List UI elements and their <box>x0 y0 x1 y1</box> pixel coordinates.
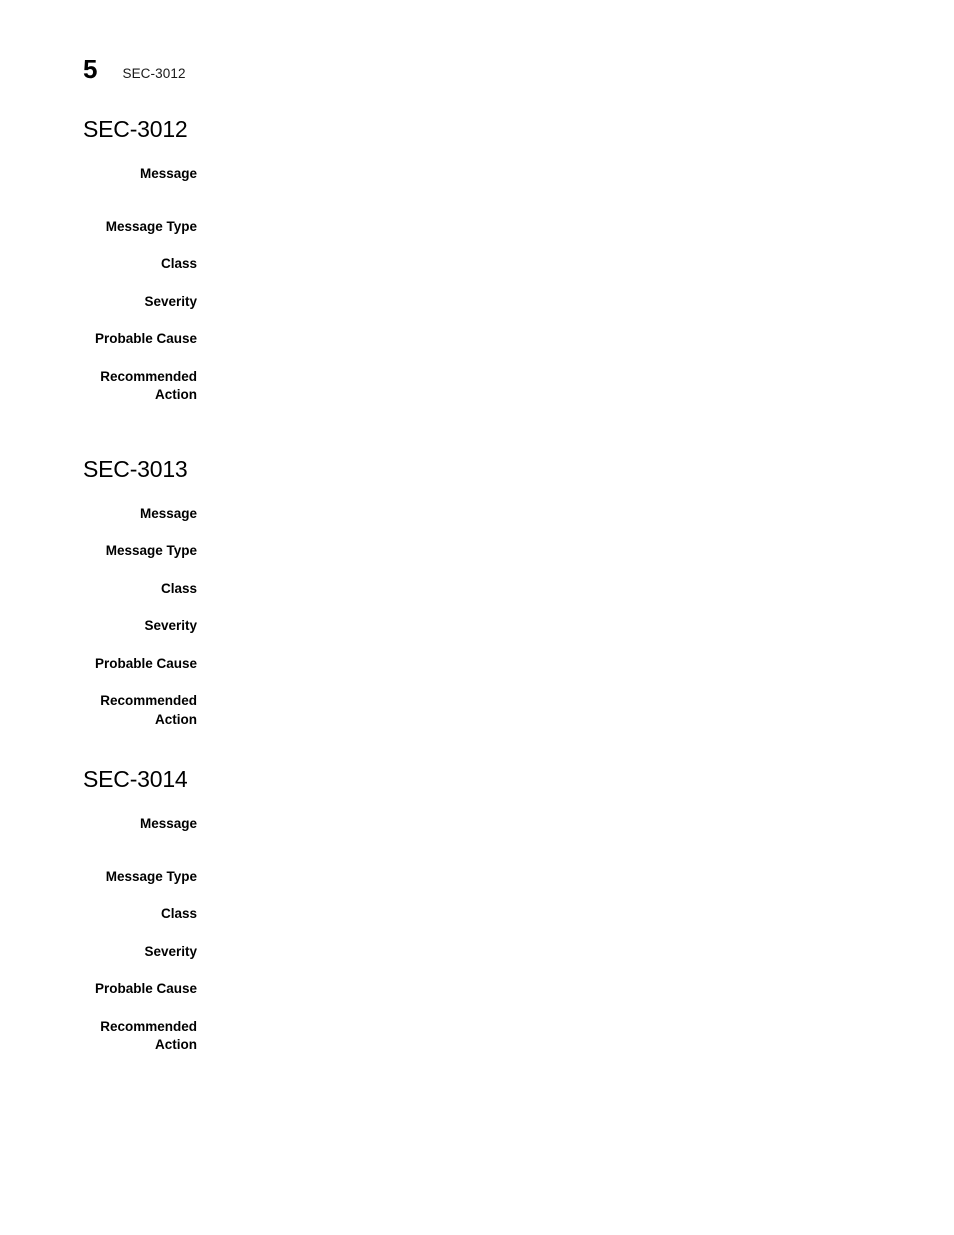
field-value-recommended-action <box>197 368 954 387</box>
section-sec-3013: SEC-3013 Message Message Type Class Seve… <box>0 455 954 730</box>
field-row-probable-cause: Probable Cause <box>0 655 954 674</box>
field-label-probable-cause: Probable Cause <box>94 655 197 671</box>
field-row-class: Class <box>0 580 954 599</box>
field-value-severity <box>197 943 954 962</box>
field-list: Message Message Type Class Severity Prob… <box>0 505 954 730</box>
field-value-class <box>197 255 954 274</box>
field-label-message: Message <box>139 816 197 831</box>
field-label-recommended-action: Recommended Action <box>100 368 197 403</box>
field-label-severity: Severity <box>144 618 197 633</box>
field-value-probable-cause <box>197 655 954 674</box>
field-label-class: Class <box>160 256 197 271</box>
field-row-severity: Severity <box>0 293 954 312</box>
section-heading: SEC-3014 <box>83 766 188 792</box>
field-row-recommended-action: Recommended Action <box>0 368 954 405</box>
field-value-class <box>197 905 954 924</box>
document-page: 5 SEC-3012 SEC-3012 Message Message Type <box>0 0 954 1235</box>
field-value-message-type <box>197 868 954 887</box>
field-row-recommended-action: Recommended Action <box>0 1018 954 1055</box>
field-label-recommended-action: Recommended Action <box>100 693 197 727</box>
field-value-message <box>197 165 954 184</box>
field-label-severity: Severity <box>144 293 197 309</box>
field-row-message-type: Message Type <box>0 218 954 237</box>
field-value-probable-cause <box>197 330 954 349</box>
field-value-message <box>197 815 954 834</box>
field-value-recommended-action <box>197 692 954 711</box>
field-label-class: Class <box>160 580 197 596</box>
field-value-severity <box>197 617 954 636</box>
field-row-message: Message <box>0 165 954 184</box>
field-value-probable-cause <box>197 980 954 999</box>
field-row-class: Class <box>0 255 954 274</box>
field-value-message-type <box>197 218 954 237</box>
field-row-message: Message <box>0 815 954 834</box>
field-row-severity: Severity <box>0 943 954 962</box>
field-list: Message Message Type Class Severity Prob… <box>0 165 954 405</box>
running-header-title: SEC-3012 <box>122 66 186 81</box>
section-sec-3012: SEC-3012 Message Message Type Class Seve… <box>0 118 954 405</box>
field-label-probable-cause: Probable Cause <box>94 981 197 996</box>
field-row-recommended-action: Recommended Action <box>0 692 954 729</box>
field-label-message: Message <box>139 166 197 181</box>
field-value-class <box>197 580 954 599</box>
field-row-probable-cause: Probable Cause <box>0 980 954 999</box>
field-row-probable-cause: Probable Cause <box>0 330 954 349</box>
field-value-recommended-action <box>197 1018 954 1037</box>
field-label-message-type: Message Type <box>105 543 197 558</box>
section-heading: SEC-3012 <box>83 116 188 142</box>
field-row-message-type: Message Type <box>0 542 954 561</box>
field-label-class: Class <box>160 906 197 921</box>
field-value-message <box>197 505 954 524</box>
page-content: SEC-3012 Message Message Type Class Seve… <box>0 118 954 1055</box>
field-label-severity: Severity <box>144 943 197 959</box>
section-heading: SEC-3013 <box>83 455 188 482</box>
field-label-message: Message <box>139 505 197 521</box>
field-list: Message Message Type Class Severity Prob… <box>0 815 954 1055</box>
running-header: 5 SEC-3012 <box>83 56 186 90</box>
field-value-message-type <box>197 542 954 561</box>
field-label-message-type: Message Type <box>105 868 197 884</box>
section-sec-3014: SEC-3014 Message Message Type Class Seve… <box>0 768 954 1055</box>
field-value-severity <box>197 293 954 312</box>
field-label-recommended-action: Recommended Action <box>100 1018 197 1053</box>
chapter-number: 5 <box>83 54 98 84</box>
field-row-message: Message <box>0 505 954 524</box>
field-row-class: Class <box>0 905 954 924</box>
field-row-severity: Severity <box>0 617 954 636</box>
field-label-message-type: Message Type <box>105 218 197 234</box>
field-label-probable-cause: Probable Cause <box>94 331 197 346</box>
field-row-message-type: Message Type <box>0 868 954 887</box>
